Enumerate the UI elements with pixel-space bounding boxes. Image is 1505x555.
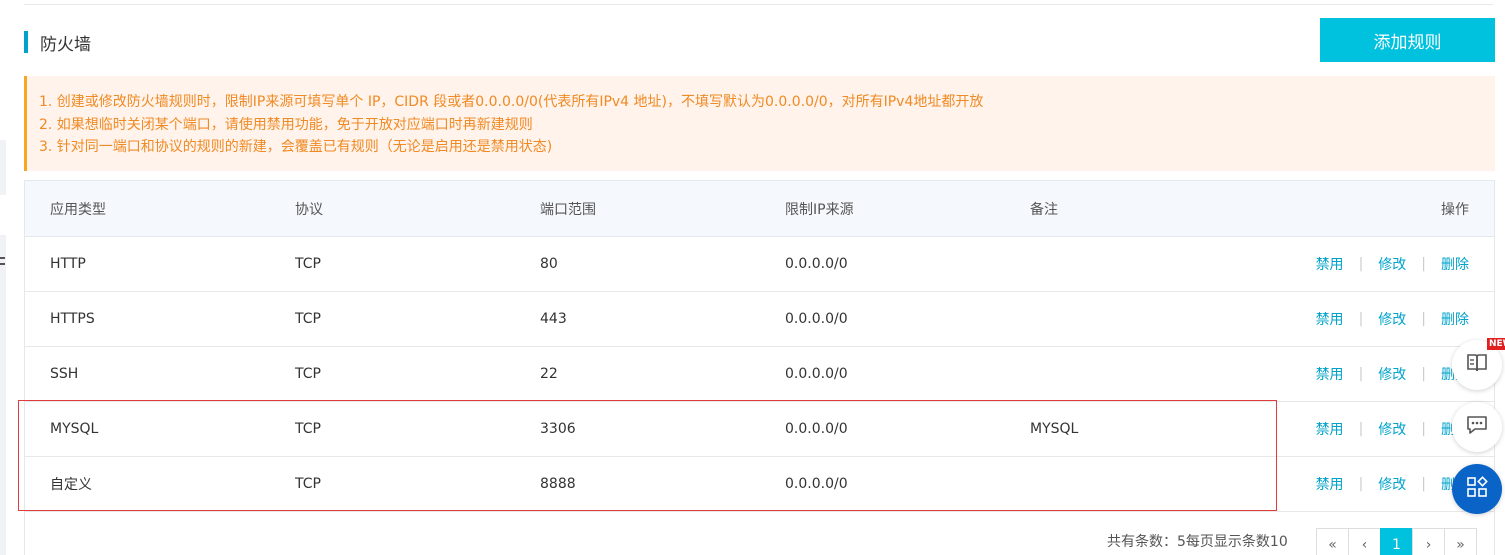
header-app-type: 应用类型 bbox=[50, 201, 106, 218]
action-separator: | bbox=[1421, 311, 1426, 327]
action-separator: | bbox=[1421, 256, 1426, 272]
disable-link[interactable]: 禁用 bbox=[1316, 254, 1344, 274]
firewall-rules-table: 应用类型 协议 端口范围 限制IP来源 备注 操作 HTTP TCP 80 0.… bbox=[24, 180, 1495, 555]
notice-line: 2. 如果想临时关闭某个端口，请使用禁用功能，免于开放对应端口时再新建规则 bbox=[39, 116, 533, 133]
action-separator: | bbox=[1358, 311, 1364, 327]
table-row: MYSQL TCP 3306 0.0.0.0/0 MYSQL 禁用 | 修改 |… bbox=[25, 402, 1494, 457]
header-port-range: 端口范围 bbox=[540, 201, 596, 218]
left-sidebar-strip bbox=[0, 0, 6, 555]
cell-app-type: SSH bbox=[50, 366, 79, 382]
add-rule-button[interactable]: 添加规则 bbox=[1320, 18, 1495, 62]
page-title: 防火墙 bbox=[24, 31, 91, 55]
cell-protocol: TCP bbox=[295, 366, 321, 382]
table-row: HTTPS TCP 443 0.0.0.0/0 禁用 | 修改 | 删除 bbox=[25, 292, 1494, 347]
edit-link[interactable]: 修改 bbox=[1378, 419, 1406, 439]
row-actions: 禁用 | 修改 | 删除 bbox=[1316, 419, 1469, 439]
cell-port: 3306 bbox=[540, 421, 576, 437]
cell-ip-source: 0.0.0.0/0 bbox=[785, 256, 848, 272]
notice-box: 1. 创建或修改防火墙规则时，限制IP来源可填写单个 IP，CIDR 段或者0.… bbox=[24, 76, 1495, 171]
disable-link[interactable]: 禁用 bbox=[1316, 309, 1344, 329]
next-page-button[interactable]: › bbox=[1412, 528, 1445, 555]
table-row: SSH TCP 22 0.0.0.0/0 禁用 | 修改 | 删除 bbox=[25, 347, 1494, 402]
edit-link[interactable]: 修改 bbox=[1378, 309, 1406, 329]
chat-float-button[interactable] bbox=[1452, 402, 1502, 452]
notice-line: 1. 创建或修改防火墙规则时，限制IP来源可填写单个 IP，CIDR 段或者0.… bbox=[39, 94, 984, 110]
cell-protocol: TCP bbox=[295, 421, 321, 437]
action-separator: | bbox=[1358, 256, 1364, 272]
edit-link[interactable]: 修改 bbox=[1378, 364, 1406, 384]
cell-ip-source: 0.0.0.0/0 bbox=[785, 476, 848, 492]
apps-icon bbox=[1465, 475, 1489, 503]
cell-ip-source: 0.0.0.0/0 bbox=[785, 366, 848, 382]
cell-ip-source: 0.0.0.0/0 bbox=[785, 421, 848, 437]
delete-link[interactable]: 删除 bbox=[1441, 309, 1469, 329]
header-actions: 操作 bbox=[1441, 201, 1469, 218]
table-footer: 共有条数：5每页显示条数10 « ‹ 1 › » bbox=[25, 512, 1494, 555]
header-note: 备注 bbox=[1030, 201, 1058, 218]
edit-link[interactable]: 修改 bbox=[1378, 474, 1406, 494]
last-page-button[interactable]: » bbox=[1444, 528, 1477, 555]
table-header: 应用类型 协议 端口范围 限制IP来源 备注 操作 bbox=[25, 181, 1494, 237]
disable-link[interactable]: 禁用 bbox=[1316, 474, 1344, 494]
notice-line: 3. 针对同一端口和协议的规则的新建，会覆盖已有规则（无论是启用还是禁用状态) bbox=[39, 139, 553, 155]
edit-link[interactable]: 修改 bbox=[1378, 254, 1406, 274]
cell-note: MYSQL bbox=[1030, 421, 1079, 437]
delete-link[interactable]: 删除 bbox=[1441, 254, 1469, 274]
prev-page-button[interactable]: ‹ bbox=[1348, 528, 1381, 555]
apps-float-button[interactable] bbox=[1452, 464, 1502, 514]
cell-app-type: HTTP bbox=[50, 256, 86, 272]
cell-app-type: 自定义 bbox=[50, 477, 92, 493]
action-separator: | bbox=[1421, 421, 1426, 437]
disable-link[interactable]: 禁用 bbox=[1316, 419, 1344, 439]
action-separator: | bbox=[1358, 421, 1364, 437]
row-actions: 禁用 | 修改 | 删除 bbox=[1316, 364, 1469, 384]
action-separator: | bbox=[1358, 476, 1364, 492]
header-ip-source: 限制IP来源 bbox=[785, 201, 854, 218]
title-accent-bar bbox=[24, 31, 28, 53]
header-protocol: 协议 bbox=[295, 201, 323, 218]
left-strip-segment bbox=[0, 0, 6, 140]
docs-float-button[interactable]: NEW bbox=[1452, 338, 1505, 390]
disable-link[interactable]: 禁用 bbox=[1316, 364, 1344, 384]
first-page-button[interactable]: « bbox=[1316, 528, 1349, 555]
cell-port: 22 bbox=[540, 366, 558, 382]
new-badge: NEW bbox=[1487, 338, 1505, 350]
cell-app-type: HTTPS bbox=[50, 311, 95, 327]
top-divider bbox=[24, 4, 1493, 5]
row-actions: 禁用 | 修改 | 删除 bbox=[1316, 254, 1469, 274]
action-separator: | bbox=[1421, 366, 1426, 382]
book-icon bbox=[1465, 352, 1489, 378]
pagination: « ‹ 1 › » bbox=[1316, 528, 1477, 555]
floating-toolbar: NEW bbox=[1451, 338, 1505, 525]
cell-port: 80 bbox=[540, 256, 558, 272]
chat-icon bbox=[1465, 414, 1489, 440]
cell-protocol: TCP bbox=[295, 476, 321, 492]
pagination-summary: 共有条数：5每页显示条数10 bbox=[1107, 534, 1288, 550]
cell-app-type: MYSQL bbox=[50, 421, 99, 437]
left-strip-segment bbox=[0, 195, 6, 235]
table-row: 自定义 TCP 8888 0.0.0.0/0 禁用 | 修改 | 删除 bbox=[25, 457, 1494, 512]
cell-protocol: TCP bbox=[295, 311, 321, 327]
page-1-button[interactable]: 1 bbox=[1380, 528, 1413, 555]
cell-ip-source: 0.0.0.0/0 bbox=[785, 311, 848, 327]
cell-protocol: TCP bbox=[295, 256, 321, 272]
page-title-text: 防火墙 bbox=[40, 34, 91, 55]
cell-port: 443 bbox=[540, 311, 567, 327]
action-separator: | bbox=[1421, 476, 1426, 492]
table-row: HTTP TCP 80 0.0.0.0/0 禁用 | 修改 | 删除 bbox=[25, 237, 1494, 292]
row-actions: 禁用 | 修改 | 删除 bbox=[1316, 309, 1469, 329]
action-separator: | bbox=[1358, 366, 1364, 382]
cell-port: 8888 bbox=[540, 476, 576, 492]
collapse-menu-icon[interactable] bbox=[0, 257, 5, 273]
row-actions: 禁用 | 修改 | 删除 bbox=[1316, 474, 1469, 494]
